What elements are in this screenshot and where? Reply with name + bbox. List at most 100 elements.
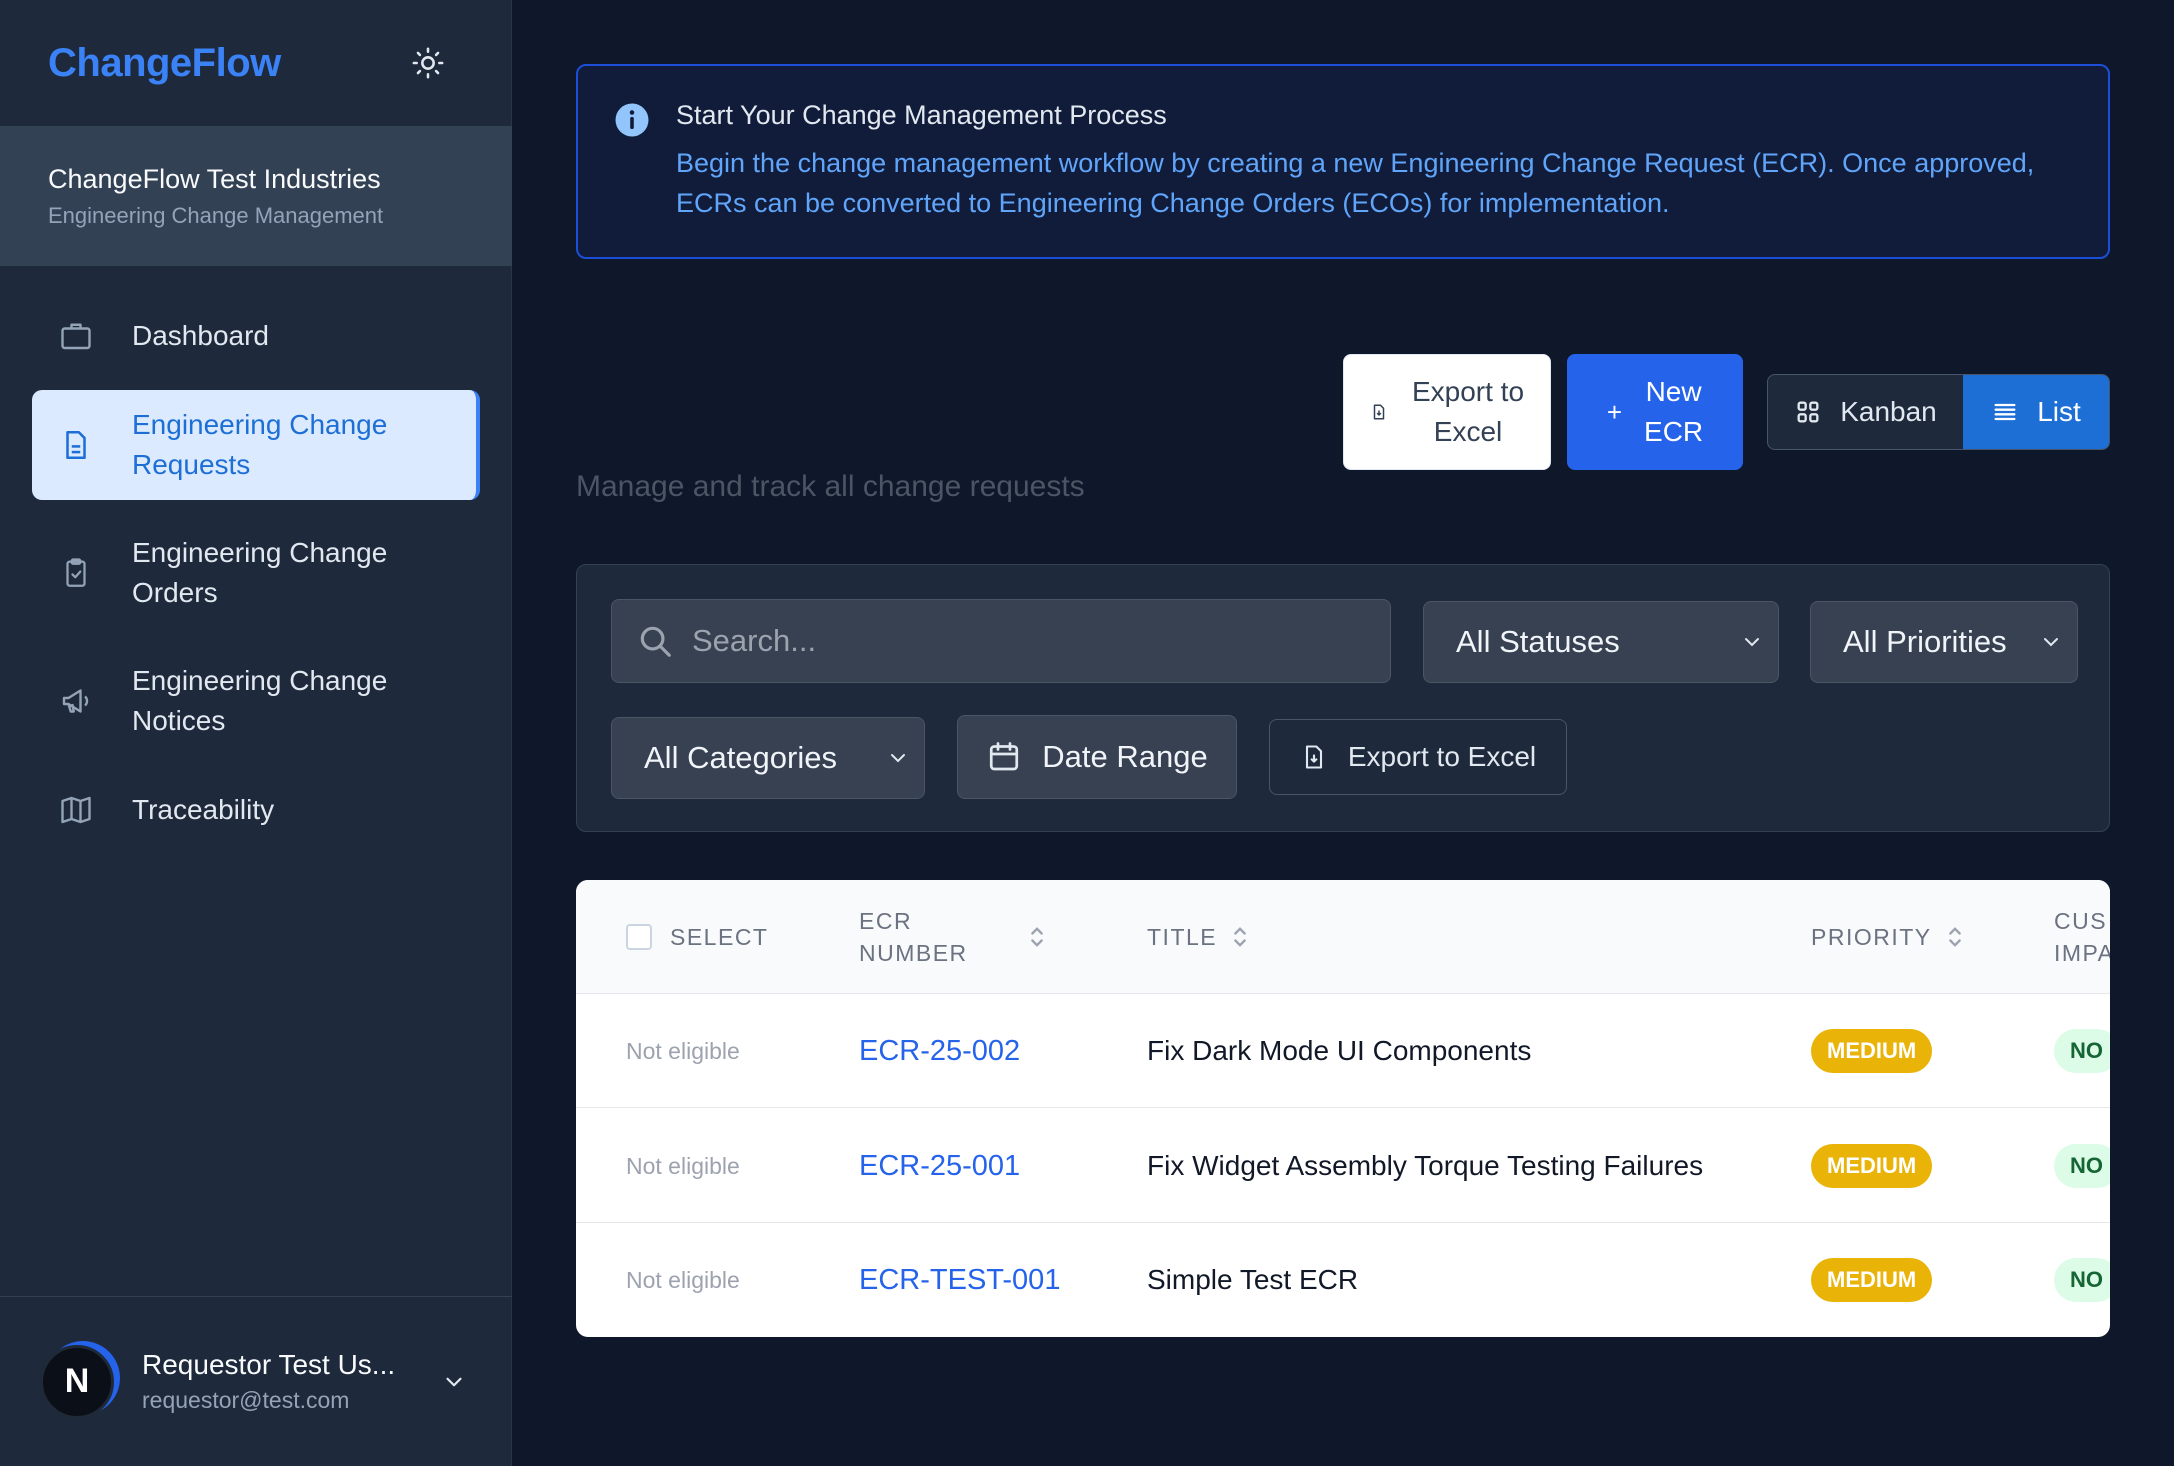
eligibility-cell: Not eligible — [626, 1266, 740, 1293]
search-icon — [640, 626, 671, 657]
table-header: SELECT ECR NUMBER TITLE PRIORITY CUS IMP… — [576, 880, 2110, 994]
table-row[interactable]: Not eligible ECR-TEST-001 Simple Test EC… — [576, 1223, 2110, 1337]
date-range-label: Date Range — [1042, 739, 1208, 774]
table-row[interactable]: Not eligible ECR-25-001 Fix Widget Assem… — [576, 1109, 2110, 1223]
theme-toggle-button[interactable] — [408, 43, 448, 83]
header-ecr-number[interactable]: ECR NUMBER — [859, 880, 1048, 994]
filter-export-to-excel-button[interactable]: Export to Excel — [1269, 719, 1567, 795]
status-filter-select[interactable]: All Statuses — [1423, 601, 1779, 683]
sun-icon — [412, 47, 444, 79]
brand-logo[interactable]: ChangeFlow — [48, 41, 281, 86]
page-subtitle: Manage and track all change requests — [576, 470, 1085, 503]
header-number-line2: NUMBER — [859, 940, 968, 966]
sidebar-item-label: Engineering Change Requests — [132, 405, 387, 485]
sidebar-item-label-line2: Orders — [132, 577, 218, 608]
export-label-line2: Excel — [1433, 416, 1503, 447]
grid-icon — [1794, 398, 1822, 426]
sidebar-item-label-line1: Engineering Change — [132, 537, 388, 568]
date-range-button[interactable]: Date Range — [957, 715, 1237, 799]
sidebar-nav: Dashboard Engineering Change Requests En… — [32, 300, 480, 864]
organization-info: ChangeFlow Test Industries Engineering C… — [0, 126, 512, 266]
sidebar-item-label: Dashboard — [132, 320, 269, 351]
new-ecr-label-line1: New — [1645, 376, 1702, 407]
filter-export-label: Export to Excel — [1347, 741, 1537, 772]
kanban-label: Kanban — [1840, 396, 1937, 427]
category-filter-value: All Categories — [644, 740, 837, 775]
export-to-excel-button[interactable]: Export to Excel — [1343, 354, 1551, 470]
list-view-button[interactable]: List — [1963, 375, 2109, 449]
calendar-icon — [986, 739, 1022, 775]
ecr-number-link[interactable]: ECR-25-002 — [859, 994, 1020, 1108]
file-download-icon — [1373, 404, 1385, 420]
sort-icon — [1026, 923, 1048, 951]
sidebar-item-engineering-change-notices[interactable]: Engineering Change Notices — [32, 646, 480, 756]
export-label-line1: Export to — [1411, 376, 1525, 407]
user-menu-toggle[interactable] — [436, 1364, 472, 1400]
sidebar-item-engineering-change-orders[interactable]: Engineering Change Orders — [32, 518, 480, 628]
clipboard-check-icon — [56, 553, 96, 593]
header-title[interactable]: TITLE — [1147, 880, 1251, 994]
new-ecr-label: New ECR — [1644, 372, 1703, 452]
export-button-label: Export to Excel — [1412, 372, 1524, 452]
priority-filter-select[interactable]: All Priorities — [1810, 601, 2078, 683]
impact-badge: NO — [2054, 1144, 2110, 1188]
sidebar-item-label-line2: Notices — [132, 705, 226, 736]
header-title-label: TITLE — [1147, 923, 1218, 950]
briefcase-icon — [56, 316, 96, 356]
priority-cell: MEDIUM — [1811, 1223, 1933, 1337]
select-all-checkbox[interactable] — [626, 924, 652, 950]
new-ecr-button[interactable]: + New ECR — [1567, 354, 1743, 470]
info-banner-title: Start Your Change Management Process — [676, 100, 1167, 130]
new-ecr-label-line2: ECR — [1644, 416, 1704, 447]
sort-icon — [1944, 923, 1966, 951]
status-filter-value: All Statuses — [1456, 624, 1620, 659]
ecr-number-link[interactable]: ECR-TEST-001 — [859, 1223, 1060, 1337]
title-cell: Simple Test ECR — [1147, 1264, 1359, 1295]
ecr-table: SELECT ECR NUMBER TITLE PRIORITY CUS IMP… — [576, 880, 2110, 1337]
user-info: Requestor Test Us... requestor@test.com — [142, 1349, 436, 1414]
chevron-down-icon — [446, 1377, 462, 1386]
chevron-down-icon — [1745, 638, 1759, 647]
user-name: Requestor Test Us... — [142, 1349, 396, 1380]
brand-row: ChangeFlow — [0, 0, 512, 126]
organization-subtitle: Engineering Change Management — [48, 203, 384, 228]
category-filter-select[interactable]: All Categories — [611, 717, 925, 799]
chevron-down-icon — [891, 754, 905, 763]
sidebar-item-label: Traceability — [132, 794, 275, 825]
sort-icon — [1229, 923, 1251, 951]
document-icon — [56, 425, 96, 465]
table-row[interactable]: Not eligible ECR-25-002 Fix Dark Mode UI… — [576, 994, 2110, 1108]
impact-cell: NO — [2054, 994, 2110, 1108]
header-priority-label: PRIORITY — [1811, 923, 1932, 950]
sidebar-item-dashboard[interactable]: Dashboard — [32, 300, 480, 372]
priority-filter-value: All Priorities — [1843, 624, 2007, 659]
search-field[interactable] — [611, 599, 1391, 683]
user-menu[interactable]: N Requestor Test Us... requestor@test.co… — [0, 1296, 512, 1466]
ecr-number-link[interactable]: ECR-25-001 — [859, 1109, 1020, 1223]
title-cell: Fix Dark Mode UI Components — [1147, 1035, 1532, 1066]
header-ecr-number-label: ECR NUMBER — [859, 905, 968, 969]
sidebar-item-engineering-change-requests[interactable]: Engineering Change Requests — [32, 390, 480, 500]
kanban-view-button[interactable]: Kanban — [1768, 375, 1963, 449]
header-impact-line1: CUS — [2054, 908, 2108, 934]
search-input[interactable] — [692, 623, 1372, 659]
header-priority[interactable]: PRIORITY — [1811, 880, 1966, 994]
eligibility-cell: Not eligible — [626, 1037, 740, 1064]
impact-cell: NO — [2054, 1109, 2110, 1223]
header-customer-impact[interactable]: CUS IMPA — [2054, 880, 2110, 994]
impact-badge: NO — [2054, 1029, 2110, 1073]
priority-badge: MEDIUM — [1811, 1144, 1933, 1188]
info-icon — [615, 103, 649, 137]
header-number-line1: ECR — [859, 908, 913, 934]
sidebar-item-traceability[interactable]: Traceability — [32, 774, 480, 846]
file-download-icon — [1300, 743, 1328, 771]
list-label: List — [2037, 396, 2081, 427]
sidebar-item-label-line2: Requests — [132, 449, 251, 480]
info-banner: Start Your Change Management Process Beg… — [576, 64, 2110, 259]
avatar: N — [40, 1344, 114, 1419]
impact-badge: NO — [2054, 1258, 2110, 1302]
header-select: SELECT — [626, 880, 768, 994]
megaphone-icon — [56, 681, 96, 721]
list-icon — [1991, 398, 2019, 426]
priority-cell: MEDIUM — [1811, 1109, 1933, 1223]
